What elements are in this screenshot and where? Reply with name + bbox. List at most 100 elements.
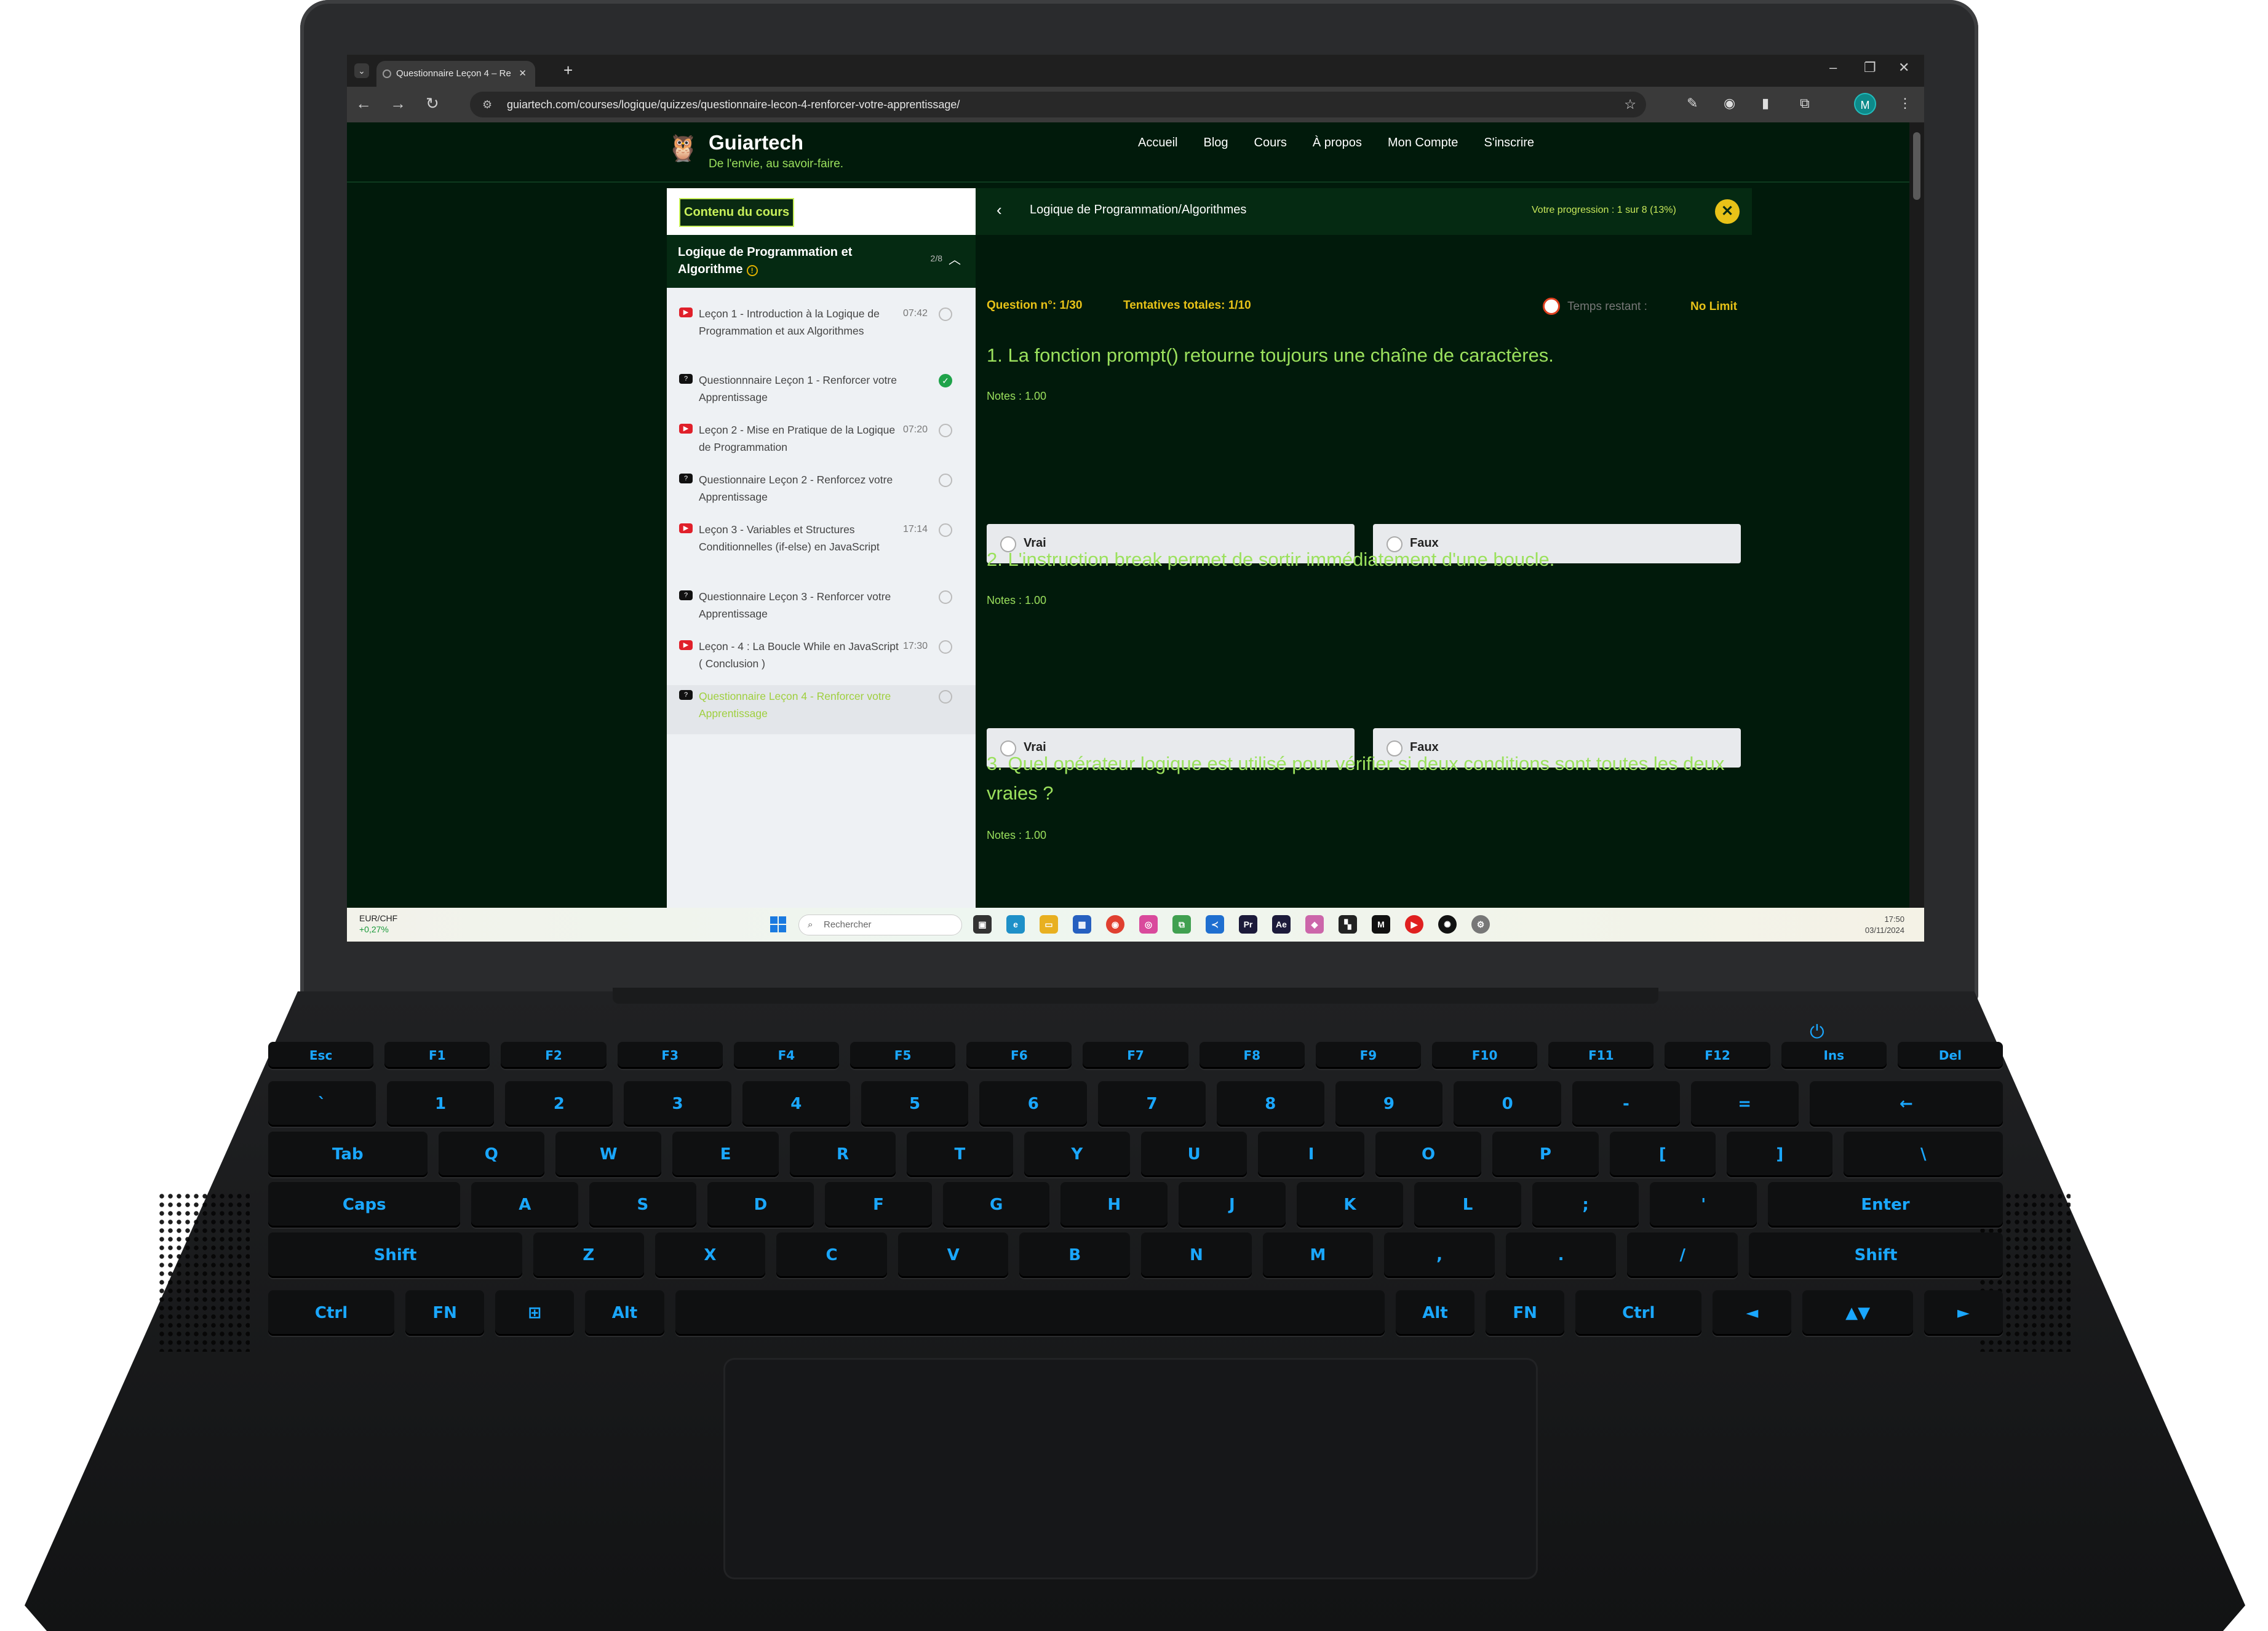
taskbar-search[interactable]: ⌕ Rechercher bbox=[798, 915, 962, 935]
keyboard-key[interactable]: , bbox=[1384, 1232, 1495, 1278]
after-effects-icon[interactable]: Ae bbox=[1272, 915, 1291, 934]
premiere-icon[interactable]: Pr bbox=[1239, 915, 1257, 934]
keyboard-key[interactable]: M bbox=[1262, 1232, 1374, 1278]
chevron-left-icon[interactable]: ‹ bbox=[997, 200, 1002, 220]
keyboard-key[interactable]: 0 bbox=[1454, 1081, 1562, 1127]
instagram-icon[interactable]: ◎ bbox=[1139, 915, 1158, 934]
keyboard-key[interactable]: / bbox=[1627, 1232, 1738, 1278]
keyboard-key[interactable]: Alt bbox=[1395, 1290, 1475, 1336]
menu-cours[interactable]: Cours bbox=[1254, 136, 1287, 150]
profile-avatar[interactable]: M bbox=[1854, 93, 1876, 115]
system-clock[interactable]: 17:50 03/11/2024 bbox=[1865, 914, 1904, 936]
keyboard-key[interactable]: F11 bbox=[1548, 1042, 1654, 1069]
keyboard-key[interactable]: F1 bbox=[384, 1042, 490, 1069]
media-player-icon[interactable]: ▶ bbox=[1405, 915, 1423, 934]
keyboard-key[interactable]: R bbox=[789, 1132, 896, 1177]
keyboard-key[interactable]: Esc bbox=[268, 1042, 374, 1069]
menu-mon-compte[interactable]: Mon Compte bbox=[1388, 136, 1458, 150]
keyboard-key[interactable]: N bbox=[1141, 1232, 1252, 1278]
chatgpt-icon[interactable]: ✺ bbox=[1438, 915, 1457, 934]
keyboard-key[interactable]: A bbox=[471, 1182, 579, 1228]
chevron-up-icon[interactable]: ︿ bbox=[949, 250, 961, 268]
keyboard-key[interactable]: [ bbox=[1609, 1132, 1716, 1177]
keyboard-key[interactable]: Shift bbox=[1749, 1232, 2003, 1278]
capcut-icon[interactable]: ▚ bbox=[1339, 915, 1357, 934]
keyboard-key[interactable]: Tab bbox=[268, 1132, 428, 1177]
keyboard-key[interactable]: FN bbox=[1486, 1290, 1565, 1336]
keyboard-key[interactable]: F bbox=[825, 1182, 932, 1228]
keyboard-key[interactable]: ► bbox=[1924, 1290, 2003, 1336]
figma-like-icon[interactable]: ◆ bbox=[1305, 915, 1324, 934]
keyboard-key[interactable]: V bbox=[897, 1232, 1009, 1278]
keyboard-key[interactable]: Z bbox=[533, 1232, 644, 1278]
keyboard-key[interactable]: . bbox=[1505, 1232, 1617, 1278]
keyboard-key[interactable]: ] bbox=[1727, 1132, 1833, 1177]
lesson-item-active[interactable]: ? Questionnaire Leçon 4 - Renforcer votr… bbox=[667, 685, 976, 734]
keyboard-key[interactable]: Ctrl bbox=[1575, 1290, 1702, 1336]
keyboard-key[interactable]: T bbox=[907, 1132, 1013, 1177]
task-view-icon[interactable]: ▣ bbox=[973, 915, 992, 934]
keyboard-key[interactable]: Enter bbox=[1768, 1182, 2003, 1228]
keyboard-key[interactable]: ` bbox=[268, 1081, 376, 1127]
windows-start-icon[interactable] bbox=[770, 916, 786, 932]
keyboard-key[interactable]: F4 bbox=[733, 1042, 840, 1069]
back-icon[interactable]: ← bbox=[356, 94, 372, 113]
site-brand[interactable]: Guiartech bbox=[709, 131, 803, 154]
currency-widget[interactable]: EUR/CHF +0,27% bbox=[359, 913, 397, 935]
keyboard-key[interactable]: L bbox=[1414, 1182, 1521, 1228]
note-extension-icon[interactable]: ▮ bbox=[1762, 95, 1769, 111]
keyboard-key[interactable]: C bbox=[776, 1232, 887, 1278]
keyboard-key[interactable]: F5 bbox=[850, 1042, 956, 1069]
keyboard-key[interactable]: 3 bbox=[624, 1081, 731, 1127]
keyboard-key[interactable]: ◄ bbox=[1713, 1290, 1792, 1336]
keyboard-key[interactable]: D bbox=[707, 1182, 814, 1228]
address-bar[interactable]: ⚙ guiartech.com/courses/logique/quizzes/… bbox=[470, 92, 1646, 117]
extensions-puzzle-icon[interactable]: ⧉ bbox=[1800, 95, 1810, 111]
keyboard-key[interactable]: Q bbox=[438, 1132, 544, 1177]
keyboard-key[interactable]: X bbox=[655, 1232, 766, 1278]
keyboard-key[interactable]: F2 bbox=[501, 1042, 607, 1069]
spacebar-key[interactable] bbox=[675, 1290, 1385, 1336]
keyboard-key[interactable]: ⊞ bbox=[495, 1290, 575, 1336]
menu-accueil[interactable]: Accueil bbox=[1138, 136, 1177, 150]
reload-icon[interactable]: ↻ bbox=[426, 94, 439, 113]
keyboard-key[interactable]: 9 bbox=[1335, 1081, 1443, 1127]
keyboard-key[interactable]: - bbox=[1572, 1081, 1680, 1127]
keyboard-key[interactable]: 8 bbox=[1216, 1081, 1324, 1127]
keyboard-key[interactable]: Y bbox=[1024, 1132, 1131, 1177]
tab-search-button[interactable]: ⌄ bbox=[354, 63, 369, 78]
forward-icon[interactable]: → bbox=[390, 94, 406, 113]
bookmark-star-icon[interactable]: ☆ bbox=[1624, 92, 1636, 117]
lesson-item[interactable]: ? Questionnnaire Leçon 1 - Renforcer vot… bbox=[667, 371, 976, 417]
keyboard-key[interactable]: Ctrl bbox=[268, 1290, 395, 1336]
keyboard-key[interactable]: = bbox=[1690, 1081, 1799, 1127]
browser-menu-icon[interactable]: ⋮ bbox=[1898, 95, 1912, 111]
keyboard-key[interactable]: F7 bbox=[1083, 1042, 1188, 1069]
keyboard-key[interactable]: F12 bbox=[1665, 1042, 1770, 1069]
keyboard-key[interactable]: \ bbox=[1844, 1132, 2003, 1177]
new-tab-button[interactable]: + bbox=[563, 61, 573, 80]
close-tab-icon[interactable]: ✕ bbox=[519, 61, 527, 87]
close-window-icon[interactable]: ✕ bbox=[1898, 60, 1909, 76]
lesson-item[interactable]: ? Questionnaire Leçon 2 - Renforcez votr… bbox=[667, 471, 976, 517]
menu-sinscrire[interactable]: S'inscrire bbox=[1484, 136, 1534, 150]
keyboard-key[interactable]: FN bbox=[405, 1290, 485, 1336]
page-scrollbar[interactable] bbox=[1909, 122, 1924, 942]
keyboard-key[interactable]: F8 bbox=[1199, 1042, 1305, 1069]
keyboard-key[interactable]: ▲▼ bbox=[1802, 1290, 1913, 1336]
touchpad[interactable] bbox=[723, 1358, 1538, 1579]
lesson-item[interactable]: ▶ Leçon 1 - Introduction à la Logique de… bbox=[667, 305, 976, 369]
close-quiz-icon[interactable]: ✕ bbox=[1715, 199, 1740, 224]
keyboard-key[interactable]: E bbox=[672, 1132, 779, 1177]
keyboard-key[interactable]: Ins bbox=[1781, 1042, 1887, 1069]
lesson-item[interactable]: ▶ Leçon 3 - Variables et Structures Cond… bbox=[667, 521, 976, 585]
keyboard-key[interactable]: Alt bbox=[585, 1290, 664, 1336]
keyboard-key[interactable]: 5 bbox=[861, 1081, 969, 1127]
keyboard-key[interactable]: J bbox=[1179, 1182, 1286, 1228]
eyedropper-icon[interactable]: ✎ bbox=[1687, 95, 1698, 111]
keyboard-key[interactable]: K bbox=[1296, 1182, 1404, 1228]
keyboard-key[interactable]: B bbox=[1019, 1232, 1131, 1278]
edge-icon[interactable]: e bbox=[1006, 915, 1025, 934]
info-icon[interactable]: ! bbox=[746, 265, 758, 276]
app-icon[interactable]: ⧉ bbox=[1172, 915, 1191, 934]
